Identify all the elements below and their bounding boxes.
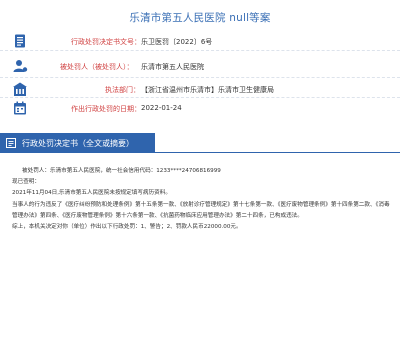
findings-statement: 2021年11月04日,乐清市第五人民医院未按规定填写病历资料。 xyxy=(12,190,171,197)
section-title: 行政处罚决定书（全文或摘要） xyxy=(22,139,134,148)
building-icon xyxy=(13,82,27,96)
section-header-bar: 行政处罚决定书（全文或摘要） xyxy=(0,133,400,153)
findings-heading: 现已查明： xyxy=(12,179,40,186)
calendar-icon xyxy=(14,101,26,115)
penalty-date-label: 作出行政处罚的日期： xyxy=(71,105,141,113)
section-header: 行政处罚决定书（全文或摘要） xyxy=(0,133,155,153)
page-title: 乐清市第五人民医院 null等案 xyxy=(129,12,271,24)
section-divider xyxy=(0,152,400,153)
penalty-statement: 综上，本机关决定对你（单位）作出以下行政处罚：1、警告；2、罚款人民币22000… xyxy=(12,224,242,231)
penalty-date-value: 2022-01-24 xyxy=(141,104,182,112)
row-divider xyxy=(0,77,400,78)
document-icon xyxy=(15,34,25,48)
info-row-enforcement-dept: 执法部门： 【浙江省温州市乐清市】乐清市卫生健康局 xyxy=(0,80,400,98)
violation-statement: 当事人的行为违反了《医疗纠纷预防和处理条例》第十五条第一款、《放射诊疗管理规定》… xyxy=(12,201,390,219)
info-row-document-number: 行政处罚决定书文号： 乐卫医罚〔2022〕6号 xyxy=(0,32,400,50)
info-row-penalized-party: 被处罚人（被处罚人）： 乐清市第五人民医院 xyxy=(0,57,400,75)
enforcement-dept-value: 【浙江省温州市乐清市】乐清市卫生健康局 xyxy=(141,86,274,94)
penalized-party-label: 被处罚人（被处罚人）： xyxy=(60,63,134,71)
penalized-party-statement: 被处罚人：乐清市第五人民医院，统一社会信用代码：1233****24706816… xyxy=(22,168,221,174)
note-icon xyxy=(6,138,16,148)
row-divider xyxy=(0,50,400,51)
enforcement-dept-label: 执法部门： xyxy=(105,86,140,94)
decision-content: 被处罚人：乐清市第五人民医院，统一社会信用代码：1233****24706816… xyxy=(10,166,394,233)
document-number-value: 乐卫医罚〔2022〕6号 xyxy=(141,38,213,46)
penalized-party-value: 乐清市第五人民医院 xyxy=(141,63,204,71)
user-icon xyxy=(13,60,28,72)
document-number-label: 行政处罚决定书文号： xyxy=(71,38,141,46)
info-row-penalty-date: 作出行政处罚的日期： 2022-01-24 xyxy=(0,99,400,117)
row-divider xyxy=(0,97,400,98)
